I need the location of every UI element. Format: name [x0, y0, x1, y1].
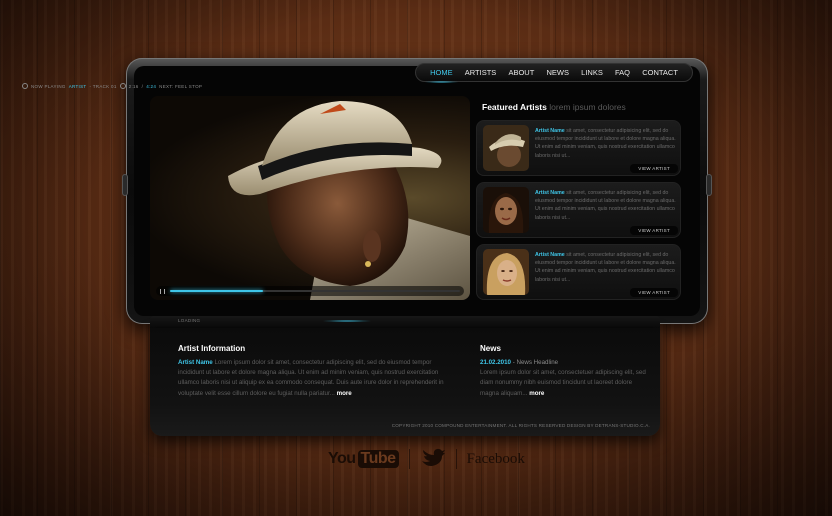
now-playing-icon: [22, 83, 28, 89]
artist-thumbnail: [483, 187, 529, 233]
loading-tag: LOADING: [178, 318, 201, 323]
nav-contact[interactable]: CONTACT: [642, 68, 678, 77]
main-nav: HOME ARTISTS ABOUT NEWS LINKS FAQ CONTAC…: [415, 63, 693, 83]
time-total: 4:24: [146, 83, 157, 89]
artist-name[interactable]: Artist Name: [535, 252, 565, 258]
featured-title: Featured Artists lorem ipsum dolores: [482, 102, 686, 112]
youtube-you: You: [328, 450, 356, 467]
view-artist-button[interactable]: VIEW ARTIST: [630, 164, 678, 173]
now-playing-status: NOW PLAYING ARTIST - TRACK 01 2:16 / 4:2…: [22, 81, 202, 91]
separator: [408, 449, 410, 469]
artist-info-name[interactable]: Artist Name: [178, 359, 213, 366]
facebook-link[interactable]: Facebook: [467, 451, 525, 468]
news-body: Lorem ipsum dolor sit amet, consectetuer…: [480, 369, 646, 397]
artist-card[interactable]: Artist Name sit amet, consectetur adipis…: [476, 120, 681, 176]
pause-icon[interactable]: [160, 288, 165, 294]
artist-thumbnail: [483, 125, 529, 171]
artist-card[interactable]: Artist Name sit amet, consectetur adipis…: [476, 182, 681, 238]
artist-name[interactable]: Artist Name: [535, 128, 565, 134]
clock-icon: [119, 83, 126, 89]
progress-fill: [170, 290, 263, 292]
news-title: News: [480, 344, 501, 353]
featured-title-text: Featured Artists: [482, 102, 547, 112]
news-more-link[interactable]: more: [529, 390, 544, 397]
next-track: NEXT: FEEL STOP: [159, 83, 203, 89]
news-headline[interactable]: - News Headline: [513, 359, 558, 366]
artist-info-title: Artist Information: [178, 344, 246, 353]
player-controls: [156, 286, 464, 296]
lower-panel: Artist Information Artist Name Lorem ips…: [150, 328, 660, 436]
progress-track[interactable]: [170, 290, 460, 292]
artist-info-more-link[interactable]: more: [337, 390, 352, 397]
artist-name[interactable]: Artist Name: [535, 190, 565, 196]
hero-artist-image: [228, 101, 470, 300]
now-playing-label: NOW PLAYING: [31, 83, 66, 89]
youtube-tube: Tube: [357, 450, 399, 468]
news-date: 21.02.2010: [480, 359, 511, 366]
view-artist-button[interactable]: VIEW ARTIST: [630, 226, 678, 235]
nav-artists[interactable]: ARTISTS: [465, 68, 497, 77]
featured-subtitle: lorem ipsum dolores: [549, 102, 626, 112]
nav-news[interactable]: NEWS: [546, 68, 569, 77]
lower-panel-bar: LOADING: [150, 316, 660, 328]
artist-info-text: Artist Name Lorem ipsum dolor sit amet, …: [178, 358, 446, 399]
now-playing-artist: ARTIST: [68, 83, 87, 89]
bar-glow: [322, 320, 372, 322]
artist-thumbnail: [483, 249, 529, 295]
nav-home[interactable]: HOME: [424, 68, 458, 83]
featured-artists-panel: Featured Artists lorem ipsum dolores Art…: [474, 96, 686, 300]
view-artist-button[interactable]: VIEW ARTIST: [630, 288, 678, 297]
youtube-link[interactable]: You Tube: [328, 450, 399, 468]
twitter-bird-icon[interactable]: [420, 447, 446, 472]
right-side-button: [706, 174, 712, 196]
nav-links[interactable]: LINKS: [581, 68, 603, 77]
left-side-button: [122, 174, 128, 196]
separator: [455, 449, 457, 469]
copyright: COPYRIGHT 2010 COMPOUND ENTERTAINMENT. A…: [391, 423, 650, 428]
time-current: 2:16: [128, 83, 139, 89]
nav-faq[interactable]: FAQ: [615, 68, 630, 77]
artist-info-body: Lorem ipsum dolor sit amet, consectetur …: [178, 359, 444, 397]
social-links: You Tube Facebook: [328, 448, 525, 470]
nav-about[interactable]: ABOUT: [508, 68, 534, 77]
now-playing-track: - TRACK 01: [89, 83, 117, 89]
artist-card[interactable]: Artist Name sit amet, consectetur adipis…: [476, 244, 681, 300]
news-text: 21.02.2010 - News Headline Lorem ipsum d…: [480, 358, 648, 399]
hero-video[interactable]: [150, 96, 470, 300]
